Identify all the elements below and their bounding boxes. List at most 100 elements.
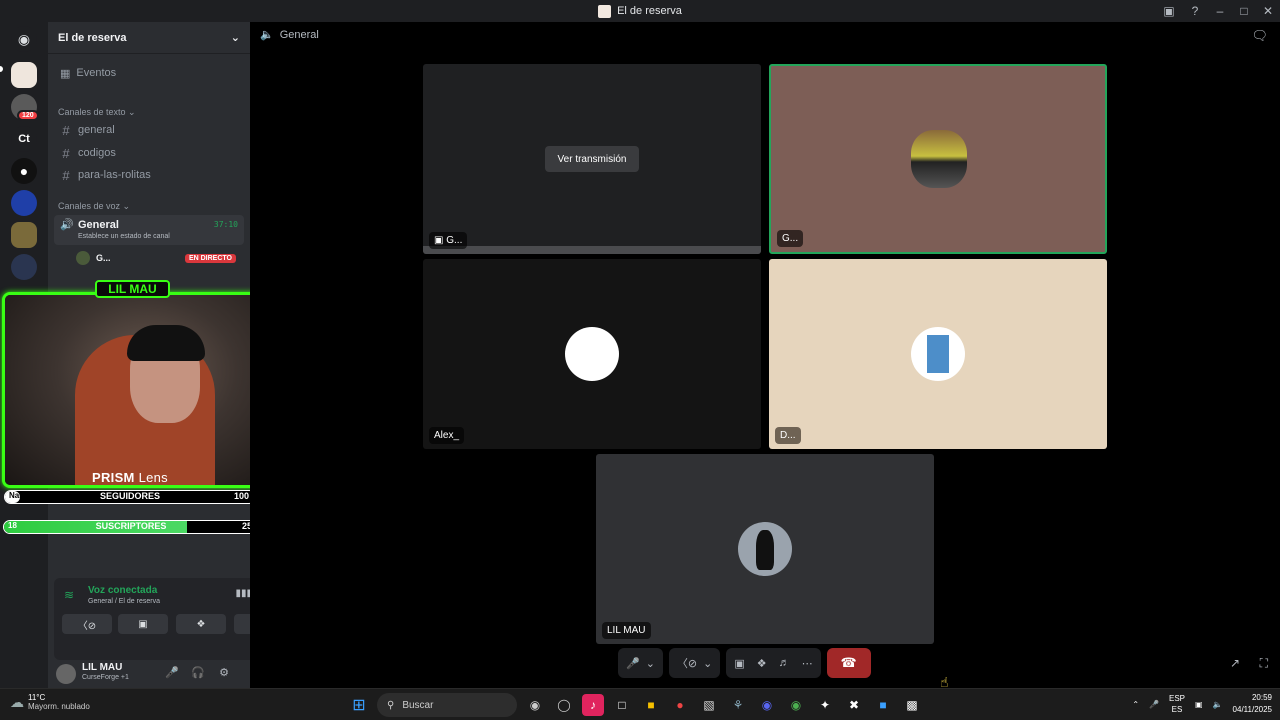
chevron-up-icon[interactable]: ⌃ xyxy=(1132,700,1139,709)
folder-icon[interactable]: ■ xyxy=(640,694,662,716)
stream-tile[interactable]: Ver transmisión ▣ G... xyxy=(423,64,761,254)
app-icon[interactable]: ✦ xyxy=(814,694,836,716)
camera-toggle-button[interactable]: 〈⊘ xyxy=(62,614,112,634)
app-icon[interactable]: ▧ xyxy=(698,694,720,716)
minecraft-icon[interactable]: ▩ xyxy=(901,694,923,716)
camera-button[interactable]: 〈⊘ ⌄ xyxy=(668,648,721,678)
popout-icon[interactable]: ↗ xyxy=(1230,656,1240,670)
app-icon[interactable]: ● xyxy=(669,694,691,716)
channel-general[interactable]: # general xyxy=(56,119,244,141)
close-window-button[interactable]: ✕ xyxy=(1256,0,1280,22)
events-label: Eventos xyxy=(76,67,117,79)
avatar[interactable] xyxy=(56,664,76,684)
discord-icon[interactable]: ◉ xyxy=(756,694,778,716)
window-title: El de reserva xyxy=(598,4,682,18)
voice-category[interactable]: Canales de voz ⌄ xyxy=(58,201,130,212)
tiktok-icon[interactable]: ♪ xyxy=(582,694,604,716)
voice-location[interactable]: General / El de reserva xyxy=(88,598,160,605)
capcut-icon[interactable]: □ xyxy=(611,694,633,716)
followers-label: SEGUIDORES xyxy=(99,491,160,501)
server-avatar-7[interactable] xyxy=(11,254,37,280)
channel-status[interactable]: Establece un estado de canal xyxy=(78,233,170,240)
clock-date: 04/11/2025 xyxy=(1232,705,1272,714)
language-indicator[interactable]: ESP ES xyxy=(1169,693,1185,715)
user-name: LIL MAU xyxy=(82,662,123,673)
activities-icon[interactable]: ❖ xyxy=(757,657,767,670)
watch-stream-button[interactable]: Ver transmisión xyxy=(545,146,639,172)
windows-taskbar: ☁ 11°C Mayorm. nublado ⊞ ⚲ Buscar ◉ ◯ ♪ … xyxy=(0,688,1280,720)
chat-bubble-icon[interactable]: 🗨 xyxy=(1251,28,1268,44)
hash-icon: # xyxy=(62,145,70,161)
stream-preview-strip xyxy=(423,246,761,254)
more-options-icon[interactable]: ⋯ xyxy=(802,657,813,670)
screen-share-icon[interactable]: ▣ xyxy=(734,657,744,670)
control-group: ▣ ❖ ♬ ⋯ xyxy=(726,648,821,678)
screen-share-button[interactable]: ▣ xyxy=(118,614,168,634)
volume-icon[interactable]: 🔈 xyxy=(1213,700,1223,709)
tile-label: D... xyxy=(775,427,801,444)
chevron-down-icon[interactable]: ⌄ xyxy=(703,657,712,670)
maximize-button[interactable]: □ xyxy=(1232,0,1256,22)
prism-lens-watermark: PRISM Lens xyxy=(92,470,168,485)
camera-off-icon: 〈⊘ xyxy=(676,658,698,670)
soundboard-icon[interactable]: ♬ xyxy=(779,657,790,669)
inbox-icon[interactable]: ▣ xyxy=(1156,0,1182,22)
activities-button[interactable]: ❖ xyxy=(176,614,226,634)
steam-icon[interactable]: ⚘ xyxy=(727,694,749,716)
channel-codigos[interactable]: # codigos xyxy=(56,142,244,164)
weather-widget[interactable]: ☁ 11°C Mayorm. nublado xyxy=(10,693,90,711)
headphones-icon[interactable]: 🎧 xyxy=(190,666,206,682)
cloud-icon: ☁ xyxy=(10,693,24,710)
participant-tile[interactable]: D... xyxy=(769,259,1107,449)
webcam-overlay: PRISM Lens LIL MAU NaN SEGUIDORES 100 18… xyxy=(0,280,270,540)
server-el-de-reserva[interactable] xyxy=(11,62,37,88)
microphone-icon[interactable]: 🎤 xyxy=(164,666,180,682)
tile-label: ▣ G... xyxy=(429,232,468,249)
chevron-down-icon[interactable]: ⌄ xyxy=(646,657,655,670)
voice-channel-general[interactable]: 🔊 General 37:10 Establece un estado de c… xyxy=(54,215,244,245)
app-icon[interactable]: ■ xyxy=(872,694,894,716)
app-icon[interactable]: ◉ xyxy=(524,694,546,716)
microphone-icon[interactable]: 🎤 xyxy=(1149,700,1159,709)
system-tray: ⌃ 🎤 ESP ES ▣ 🔈 20:59 04/11/2025 xyxy=(1132,692,1272,716)
voice-timer: 37:10 xyxy=(213,220,238,229)
server-ct[interactable]: Ct xyxy=(11,126,37,152)
apple-server-icon[interactable]: ● xyxy=(11,158,37,184)
windows-start-icon[interactable]: ⊞ xyxy=(348,694,370,716)
server-header[interactable]: El de reserva ⌄ xyxy=(48,22,250,54)
events-item[interactable]: ▦ Eventos xyxy=(56,62,244,84)
participant-tile-self[interactable]: LIL MAU xyxy=(596,454,934,644)
channel-para-las-rolitas[interactable]: # para-las-rolitas xyxy=(56,164,244,186)
clock[interactable]: 20:59 04/11/2025 xyxy=(1233,692,1272,716)
network-icon[interactable]: ▣ xyxy=(1195,700,1203,709)
help-icon[interactable]: ? xyxy=(1182,0,1208,22)
app-icon[interactable]: ◯ xyxy=(553,694,575,716)
prism-text: PRISM xyxy=(92,470,135,485)
server-icon xyxy=(598,4,612,18)
channel-label: general xyxy=(78,124,115,136)
minimize-button[interactable]: – xyxy=(1208,0,1232,22)
fullscreen-icon[interactable]: ⛶ xyxy=(1260,656,1268,671)
call-controls: 🎤 ⌄ 〈⊘ ⌄ ▣ ❖ ♬ ⋯ ☎ xyxy=(618,647,871,679)
disconnect-button[interactable]: ☎ xyxy=(826,648,871,678)
window-title-text: El de reserva xyxy=(617,5,682,17)
server-avatar-6[interactable] xyxy=(11,222,37,248)
subs-bar: 18 SUSCRIPTORES 25 xyxy=(3,520,259,534)
mention-badge: 120 xyxy=(17,110,39,121)
chrome-icon[interactable]: ◉ xyxy=(785,694,807,716)
lang-secondary: ES xyxy=(1171,705,1183,714)
webcam-title: LIL MAU xyxy=(95,280,170,298)
gear-icon[interactable]: ⚙ xyxy=(216,666,232,682)
discord-home-icon[interactable]: ◉ xyxy=(11,26,37,52)
voice-user-item[interactable]: G... EN DIRECTO xyxy=(76,250,246,266)
search-box[interactable]: ⚲ Buscar xyxy=(377,693,517,717)
app-icon[interactable]: ✖ xyxy=(843,694,865,716)
subs-label: SUSCRIPTORES xyxy=(95,521,167,531)
avatar xyxy=(76,251,90,265)
server-avatar-5[interactable] xyxy=(11,190,37,216)
text-category[interactable]: Canales de texto ⌄ xyxy=(58,107,136,118)
participant-tile[interactable]: Alex_ xyxy=(423,259,761,449)
participant-tile-speaking[interactable]: G... xyxy=(769,64,1107,254)
avatar-image xyxy=(927,335,949,373)
mute-button[interactable]: 🎤 ⌄ xyxy=(618,648,663,678)
